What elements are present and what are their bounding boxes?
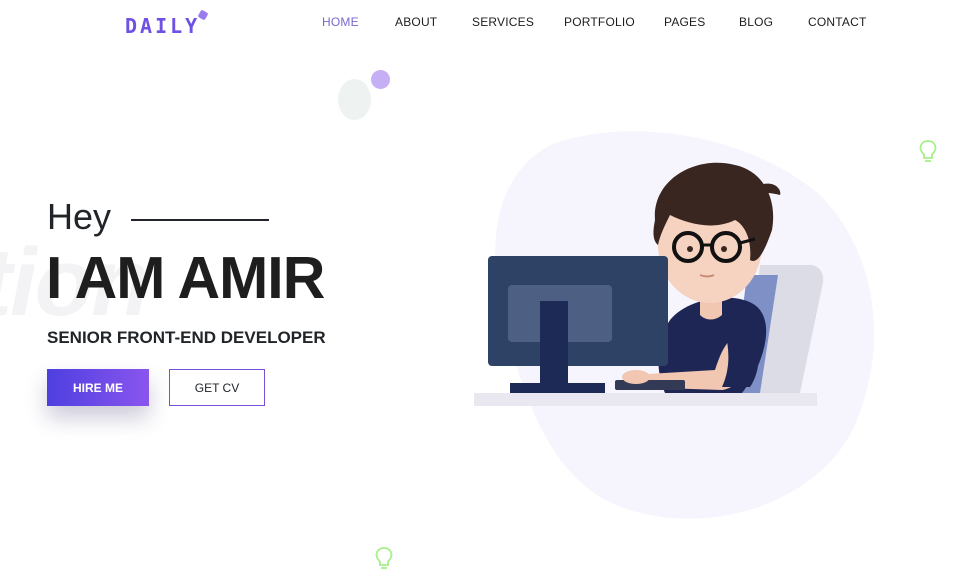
nav-item-services[interactable]: SERVICES	[472, 15, 534, 29]
greeting-underline	[131, 219, 269, 221]
nav-item-home[interactable]: HOME	[322, 15, 359, 29]
get-cv-button[interactable]: GET CV	[169, 369, 265, 406]
nav-item-blog[interactable]: BLOG	[739, 15, 773, 29]
nav-item-pages[interactable]: PAGES	[664, 15, 705, 29]
hero-name: I AM AMIR	[46, 245, 325, 311]
developer-illustration	[474, 131, 874, 519]
desk	[474, 393, 817, 406]
lightbulb-icon	[375, 547, 393, 569]
hire-me-button[interactable]: HIRE ME	[47, 369, 149, 406]
monitor-stand	[540, 301, 568, 387]
nav-item-contact[interactable]: CONTACT	[808, 15, 867, 29]
lightbulb-icon	[919, 140, 937, 162]
decorative-dot	[371, 70, 390, 89]
nav-item-about[interactable]: ABOUT	[395, 15, 437, 29]
monitor-base	[510, 383, 605, 393]
decorative-oval	[338, 79, 371, 120]
hero-role: SENIOR FRONT-END DEVELOPER	[47, 328, 326, 347]
main-nav: HOME ABOUT SERVICES PORTFOLIO PAGES BLOG…	[0, 15, 959, 29]
hero-greeting: Hey	[47, 196, 112, 237]
nav-item-portfolio[interactable]: PORTFOLIO	[564, 15, 635, 29]
developer-hand	[622, 370, 650, 384]
